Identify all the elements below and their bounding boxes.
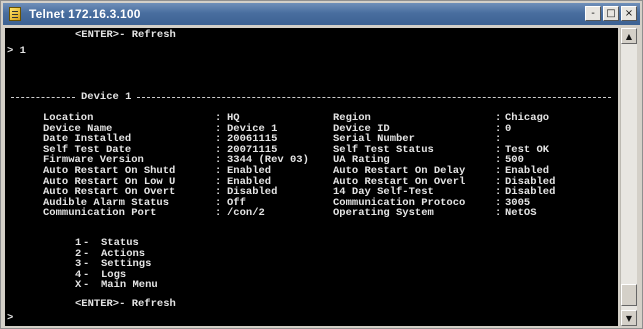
- field-value-right: 0: [505, 123, 512, 135]
- scroll-down-icon[interactable]: ▼: [621, 310, 637, 326]
- scroll-thumb[interactable]: [621, 284, 637, 306]
- scroll-up-icon[interactable]: ▲: [621, 28, 637, 44]
- field-label-right: Operating System: [333, 207, 434, 219]
- window-title: Telnet 172.16.3.100: [29, 7, 141, 21]
- separator-line-right: [137, 97, 611, 98]
- field-value-right: Chicago: [505, 112, 550, 124]
- device-section-title: Device 1: [81, 91, 132, 103]
- field-value-left: /con/2: [227, 207, 265, 219]
- bottom-refresh-hint: <ENTER>- Refresh: [75, 298, 176, 310]
- field-colon: :: [215, 207, 222, 219]
- title-bar[interactable]: Telnet 172.16.3.100 - □ ×: [3, 3, 640, 25]
- bottom-prompt: >: [7, 312, 14, 324]
- menu-item-dash: -: [83, 279, 90, 291]
- field-value-right: NetOS: [505, 207, 537, 219]
- terminal-screen[interactable]: <ENTER>- Refresh > 1 Device 1 Location: H…: [5, 28, 618, 326]
- field-colon: :: [495, 207, 502, 219]
- telnet-app-icon[interactable]: [9, 7, 21, 21]
- window-controls: - □ ×: [585, 6, 637, 21]
- separator-line-left: [11, 97, 75, 98]
- device-section-separator: Device 1: [11, 92, 611, 103]
- maximize-button[interactable]: □: [603, 6, 619, 21]
- minimize-button[interactable]: -: [585, 6, 601, 21]
- vertical-scrollbar[interactable]: ▲ ▼: [620, 28, 637, 326]
- field-label-left: Communication Port: [43, 207, 157, 219]
- close-button[interactable]: ×: [621, 6, 637, 21]
- top-refresh-hint: <ENTER>- Refresh: [75, 29, 176, 41]
- prompt-input: > 1: [7, 45, 26, 57]
- menu-item-label: Main Menu: [101, 279, 158, 291]
- menu-item-key: X: [75, 279, 82, 291]
- telnet-window: Telnet 172.16.3.100 - □ × <ENTER>- Refre…: [0, 0, 643, 329]
